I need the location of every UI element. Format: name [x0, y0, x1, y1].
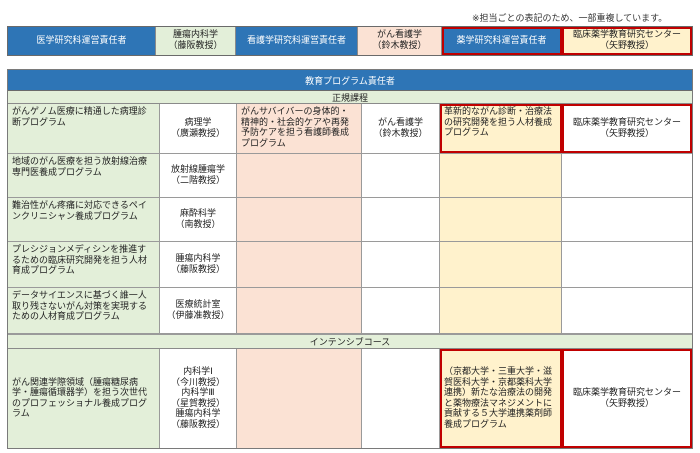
- intensive-pharmacy-text: （京都大学・三重大学・滋賀医科大学・京都薬科大学連携）新たな治療法の開発と薬物療…: [444, 367, 553, 430]
- program-name: がんゲノム医療に精通した病理診断プログラム: [8, 104, 160, 153]
- program-table: 教育プログラム責任者 正規課程 がんゲノム医療に精通した病理診断プログラム 病理…: [7, 69, 693, 449]
- header-nursing-dept: がん看護学 （鈴木教授）: [358, 27, 442, 55]
- table-row: がん関連学際領域（腫瘍糖尿病学・腫瘍循環器学）を担う次世代のプロフェッショナル養…: [8, 349, 692, 448]
- intensive-program-text: がん関連学際領域（腫瘍糖尿病学・腫瘍循環器学）を担う次世代のプロフェッショナル養…: [12, 377, 148, 420]
- pharmacy-department: 臨床薬学教育研究センター （矢野教授）: [562, 349, 692, 448]
- program-name: 地域のがん医療を担う放射線治療専門医養成プログラム: [8, 154, 160, 197]
- pharmacy-department-empty: [562, 288, 692, 333]
- header-strip: 医学研究科運営責任者 腫瘍内科学 （藤阪教授） 看護学研究科運営責任者 がん看護…: [7, 26, 693, 56]
- table-row: 難治性がん疼痛に対応できるペインクリニシャン養成プログラム 麻酔科学 （南教授）: [8, 198, 692, 242]
- nursing-department-empty: [362, 242, 440, 287]
- pharmacy-department-empty: [562, 154, 692, 197]
- nursing-program-empty: [237, 154, 362, 197]
- nursing-department-empty: [362, 198, 440, 241]
- pharmacy-program-empty: [440, 288, 562, 333]
- department: 麻酔科学 （南教授）: [160, 198, 237, 241]
- pharmacy-program-empty: [440, 154, 562, 197]
- program-name: がん関連学際領域（腫瘍糖尿病学・腫瘍循環器学）を担う次世代のプロフェッショナル養…: [8, 349, 160, 448]
- department: 放射線腫瘍学 （二階教授）: [160, 154, 237, 197]
- pharmacy-program-empty: [440, 198, 562, 241]
- table-row: 地域のがん医療を担う放射線治療専門医養成プログラム 放射線腫瘍学 （二階教授）: [8, 154, 692, 198]
- pharmacy-department-empty: [562, 198, 692, 241]
- table-row: がんゲノム医療に精通した病理診断プログラム 病理学 （廣瀬教授） がんサバイバー…: [8, 104, 692, 154]
- section-regular: 正規課程: [8, 91, 692, 104]
- header-medicine-manager: 医学研究科運営責任者: [8, 27, 156, 55]
- department: 医療統計室 （伊藤准教授）: [160, 288, 237, 333]
- department: 腫瘍内科学 （藤阪教授）: [160, 242, 237, 287]
- pharmacy-program: 革新的ながん診断・治療法の研究開発を担う人材養成プログラム: [440, 104, 562, 153]
- header-medicine-dept: 腫瘍内科学 （藤阪教授）: [156, 27, 236, 55]
- pharmacy-department: 臨床薬学教育研究センター （矢野教授）: [562, 104, 692, 153]
- nursing-department-empty: [362, 349, 440, 448]
- section-intensive: インテンシブコース: [8, 334, 692, 349]
- program-name: プレシジョンメディシンを推進するための臨床研究開発を担う人材育成プログラム: [8, 242, 160, 287]
- department: 病理学 （廣瀬教授）: [160, 104, 237, 153]
- nursing-program-empty: [237, 242, 362, 287]
- table-row: プレシジョンメディシンを推進するための臨床研究開発を担う人材育成プログラム 腫瘍…: [8, 242, 692, 288]
- table-title: 教育プログラム責任者: [8, 70, 692, 91]
- nursing-department-empty: [362, 154, 440, 197]
- header-pharmacy-dept: 臨床薬学教育研究センター （矢野教授）: [562, 27, 692, 55]
- pharmacy-department-empty: [562, 242, 692, 287]
- table-row: データサイエンスに基づく誰一人取り残さないがん対策を実現するための人材育成プログ…: [8, 288, 692, 334]
- header-nursing-manager: 看護学研究科運営責任者: [236, 27, 358, 55]
- nursing-department: がん看護学 （鈴木教授）: [362, 104, 440, 153]
- pharmacy-program: （京都大学・三重大学・滋賀医科大学・京都薬科大学連携）新たな治療法の開発と薬物療…: [440, 349, 562, 448]
- nursing-program: がんサバイバーの身体的・精神的・社会的ケアや再発予防ケアを担う看護師養成プログラ…: [237, 104, 362, 153]
- department: 内科学Ⅰ （今川教授） 内科学Ⅲ （星賀教授） 腫瘍内科学 （藤阪教授）: [160, 349, 237, 448]
- program-name: データサイエンスに基づく誰一人取り残さないがん対策を実現するための人材育成プログ…: [8, 288, 160, 333]
- header-pharmacy-manager: 薬学研究科運営責任者: [442, 27, 562, 55]
- nursing-program-empty: [237, 198, 362, 241]
- pharmacy-program-empty: [440, 242, 562, 287]
- nursing-program-empty: [237, 349, 362, 448]
- overlap-note: ※担当ごとの表記のため、一部重複しています。: [472, 14, 668, 24]
- nursing-program-empty: [237, 288, 362, 333]
- nursing-department-empty: [362, 288, 440, 333]
- program-name: 難治性がん疼痛に対応できるペインクリニシャン養成プログラム: [8, 198, 160, 241]
